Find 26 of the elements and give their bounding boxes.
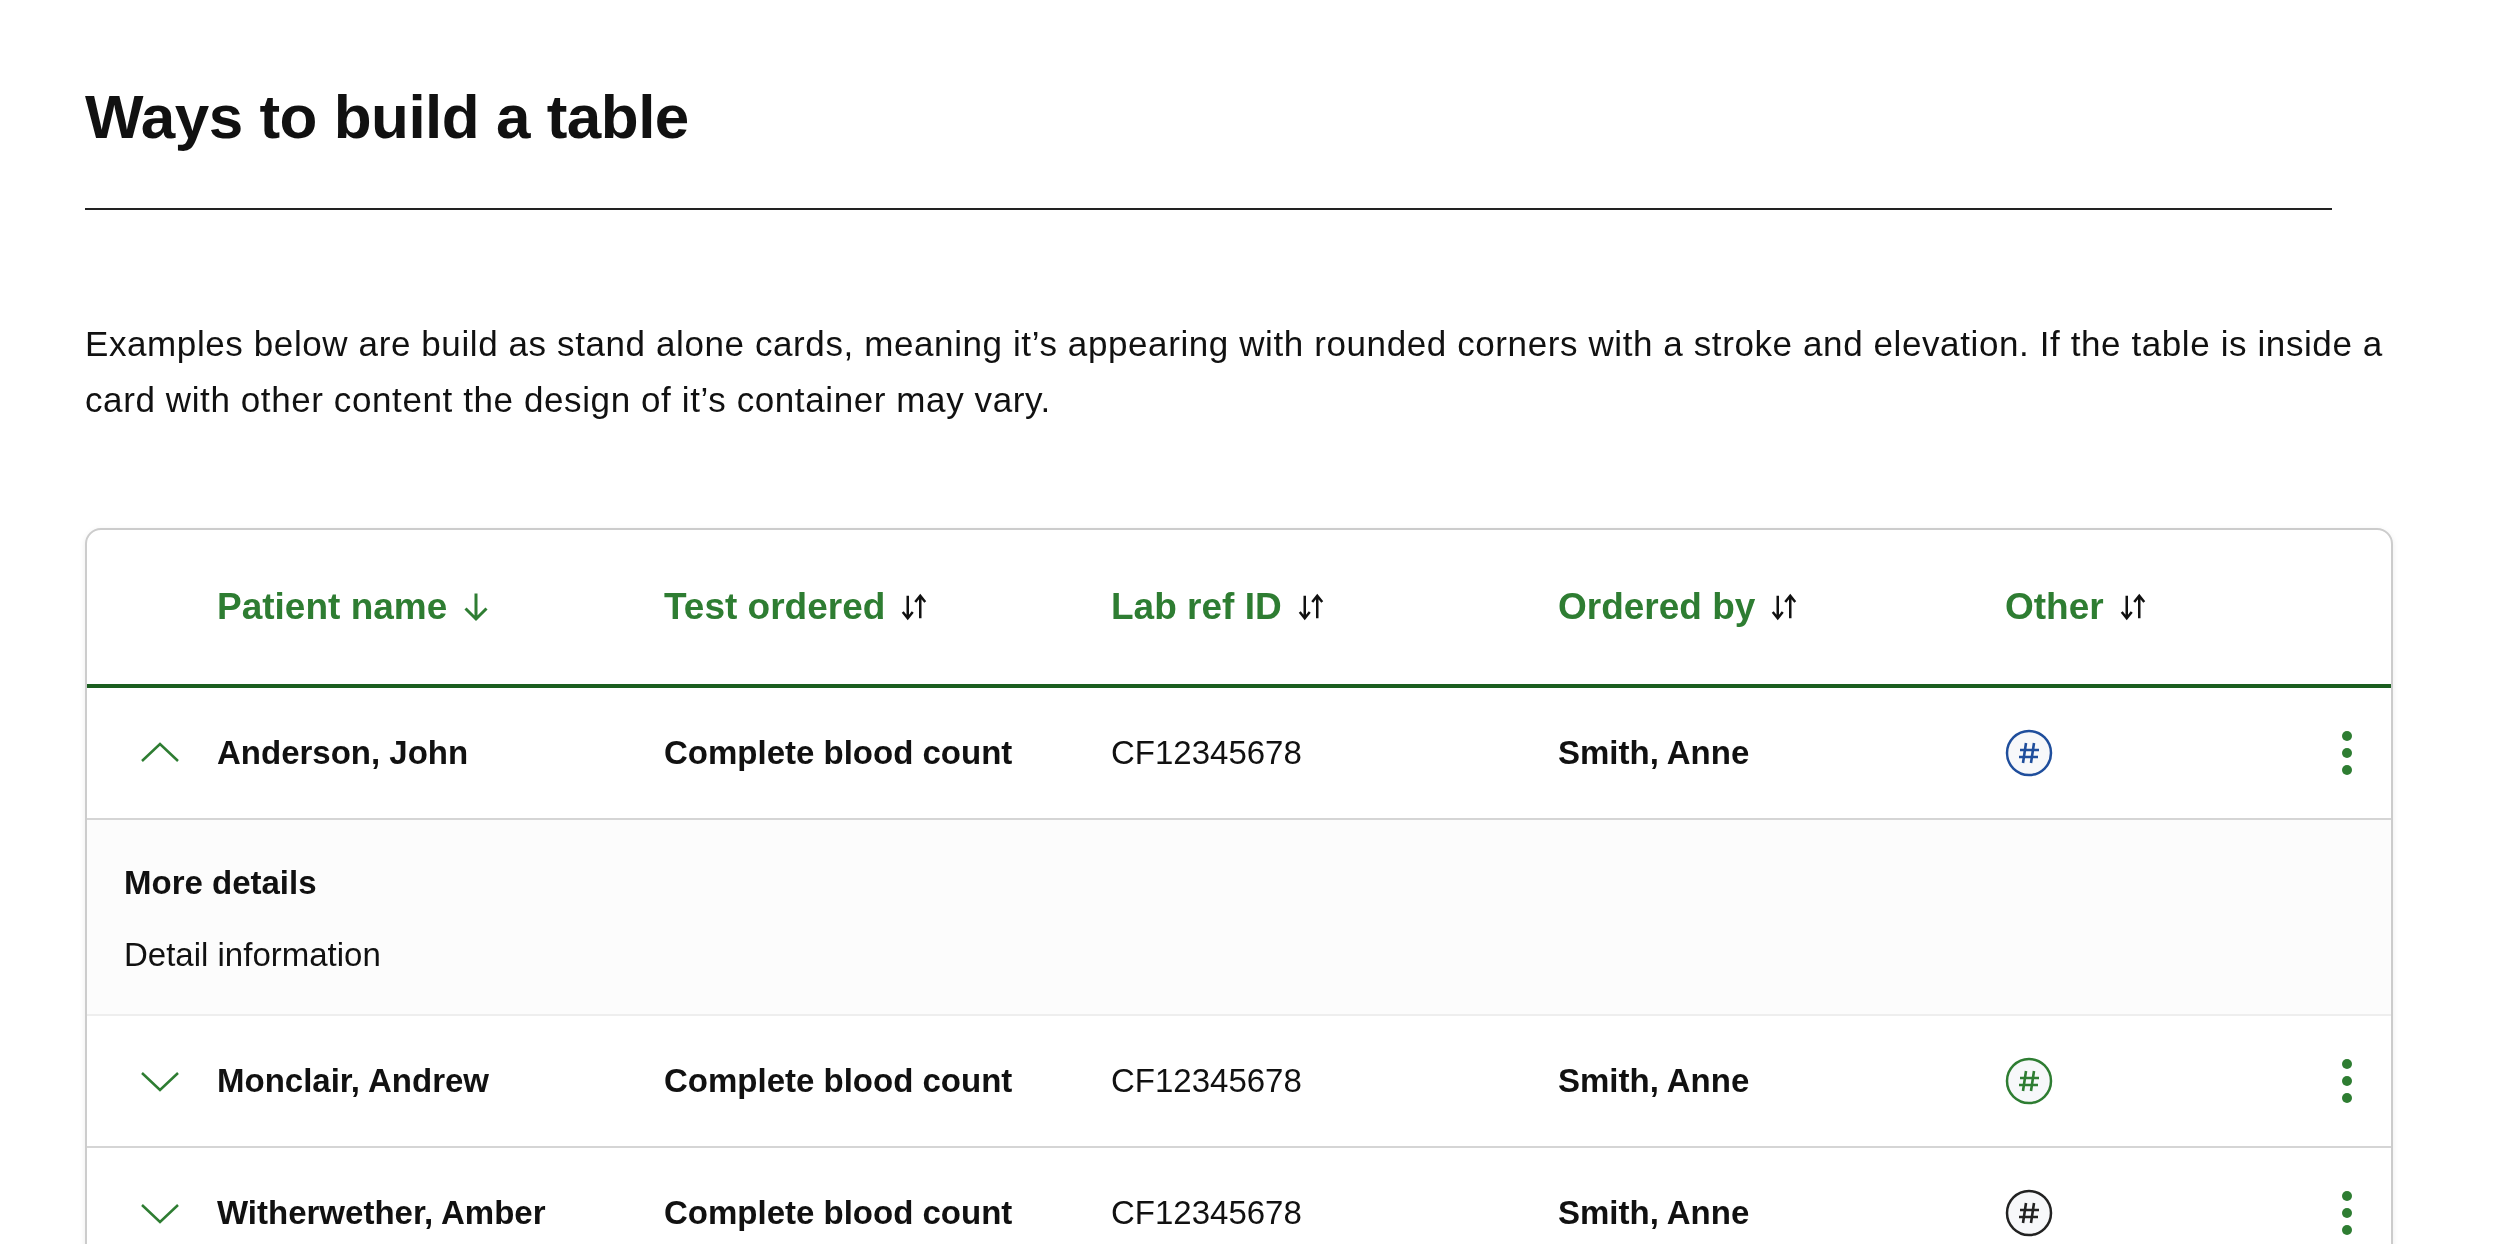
table-cell-text: CF12345678 <box>1111 1194 1303 1232</box>
chevron-down-icon[interactable] <box>140 1069 180 1093</box>
details-title: More details <box>124 864 318 902</box>
table-cell-text: Smith, Anne <box>1558 1194 1751 1232</box>
table-cell-text: Witherwether, Amber <box>217 1194 547 1232</box>
column-header[interactable]: Test ordered <box>664 586 930 628</box>
table-cell-text: Smith, Anne <box>1558 1062 1751 1100</box>
column-header[interactable]: Patient name <box>217 586 492 628</box>
table-cell-text: CF12345678 <box>1111 1062 1303 1100</box>
table-cell-text: Complete blood count <box>664 1194 1014 1232</box>
more-options-icon[interactable] <box>2341 1189 2353 1237</box>
chevron-up-icon[interactable] <box>140 741 180 765</box>
table-cell-text: Smith, Anne <box>1558 734 1751 772</box>
column-header[interactable]: Lab ref ID <box>1111 586 1326 628</box>
column-header[interactable]: Other <box>2005 586 2148 628</box>
column-header[interactable]: Ordered by <box>1558 586 1800 628</box>
table-cell-text: CF12345678 <box>1111 734 1303 772</box>
more-options-icon[interactable] <box>2341 1057 2353 1105</box>
chevron-down-icon[interactable] <box>140 1201 180 1225</box>
table-cell-text: Complete blood count <box>664 1062 1014 1100</box>
table-cell-text: Complete blood count <box>664 734 1014 772</box>
table-cell-text: Monclair, Andrew <box>217 1062 490 1100</box>
table-cell-text: Anderson, John <box>217 734 470 772</box>
more-options-icon[interactable] <box>2341 729 2353 777</box>
intro-paragraph: Examples below are build as stand alone cards, meaning it’s appearing with rounded corners with a stroke and elevation. If the table is inside a card with other content the design of it’s container may vary. <box>85 323 2384 421</box>
details-text: Detail information <box>124 936 382 974</box>
